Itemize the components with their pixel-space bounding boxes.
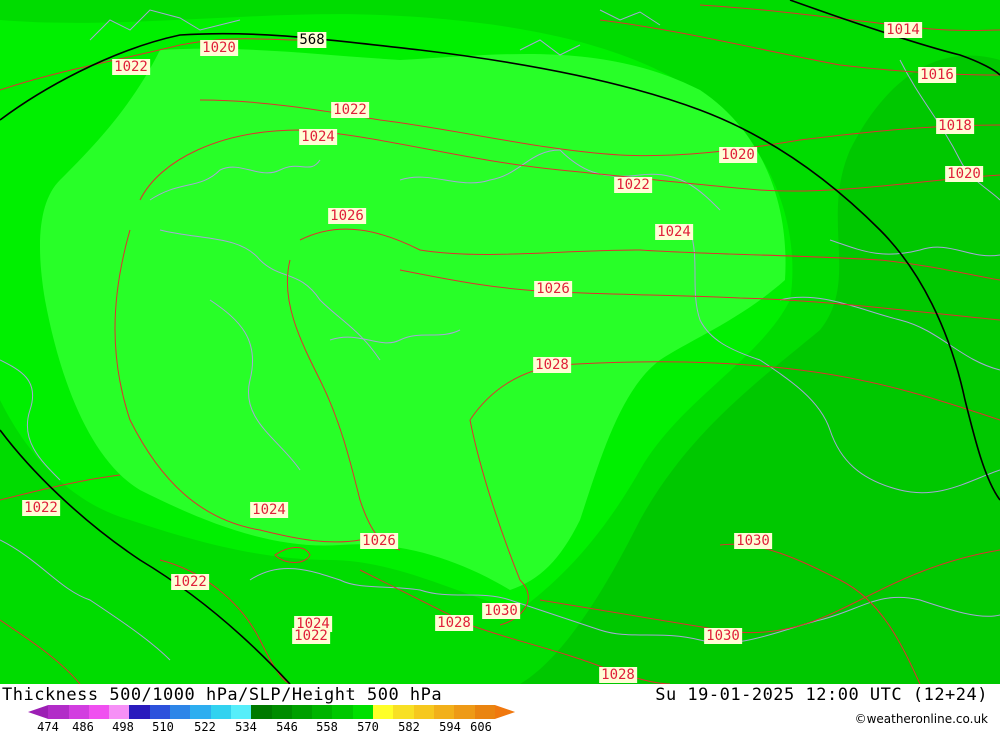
legend-swatch bbox=[251, 705, 272, 719]
legend-ticks: 474 486 498 510 522 534 546 558 570 582 594 606 bbox=[0, 720, 520, 734]
map-title: Thickness 500/1000 hPa/SLP/Height 500 hP… bbox=[2, 685, 443, 705]
pressure-label: 1014 bbox=[884, 22, 922, 38]
pressure-label: 1024 bbox=[655, 224, 693, 240]
height-label: 568 bbox=[297, 32, 327, 48]
legend-swatch bbox=[494, 705, 516, 719]
pressure-label: 1028 bbox=[599, 667, 637, 683]
legend-swatch bbox=[312, 705, 333, 719]
pressure-label: 1022 bbox=[22, 500, 60, 516]
pressure-label: 1020 bbox=[200, 40, 238, 56]
legend-swatch bbox=[68, 705, 89, 719]
legend-swatch bbox=[332, 705, 353, 719]
legend-tick-label: 606 bbox=[470, 720, 492, 734]
legend-swatch bbox=[352, 705, 374, 719]
legend-tick-label: 570 bbox=[357, 720, 379, 734]
legend-tick-label: 498 bbox=[112, 720, 134, 734]
legend-swatch bbox=[474, 705, 495, 719]
legend-swatch bbox=[28, 705, 49, 719]
legend-swatch bbox=[88, 705, 110, 719]
pressure-label: 1020 bbox=[945, 166, 983, 182]
legend-swatch bbox=[230, 705, 252, 719]
legend-swatch bbox=[433, 705, 455, 719]
pressure-label: 1026 bbox=[534, 281, 572, 297]
legend-tick-label: 474 bbox=[37, 720, 59, 734]
color-legend bbox=[28, 705, 516, 719]
legend-swatch bbox=[413, 705, 434, 719]
legend-tick-label: 594 bbox=[439, 720, 461, 734]
legend-tick-label: 582 bbox=[398, 720, 420, 734]
pressure-label: 1020 bbox=[719, 147, 757, 163]
pressure-label: 1024 bbox=[250, 502, 288, 518]
pressure-label: 1030 bbox=[704, 628, 742, 644]
pressure-label: 1028 bbox=[533, 357, 571, 373]
legend-swatch bbox=[291, 705, 313, 719]
legend-swatch bbox=[373, 705, 394, 719]
legend-swatch bbox=[170, 705, 191, 719]
pressure-label: 1030 bbox=[734, 533, 772, 549]
pressure-label: 1028 bbox=[435, 615, 473, 631]
legend-swatch bbox=[129, 705, 150, 719]
pressure-label: 1026 bbox=[328, 208, 366, 224]
valid-time: Su 19-01-2025 12:00 UTC (12+24) bbox=[655, 685, 988, 705]
pressure-label: 1022 bbox=[112, 59, 150, 75]
legend-swatch bbox=[109, 705, 130, 719]
legend-swatch bbox=[271, 705, 292, 719]
footer-bar: Thickness 500/1000 hPa/SLP/Height 500 hP… bbox=[0, 684, 1000, 734]
pressure-label: 1022 bbox=[614, 177, 652, 193]
pressure-label: 1026 bbox=[360, 533, 398, 549]
pressure-label: 1022 bbox=[171, 574, 209, 590]
pressure-label: 1022 bbox=[331, 102, 369, 118]
pressure-label: 1024 bbox=[299, 129, 337, 145]
legend-swatch bbox=[454, 705, 475, 719]
pressure-label: 1018 bbox=[936, 118, 974, 134]
legend-tick-label: 486 bbox=[72, 720, 94, 734]
legend-tick-label: 558 bbox=[316, 720, 338, 734]
legend-tick-label: 522 bbox=[194, 720, 216, 734]
legend-swatch bbox=[48, 705, 69, 719]
credit-text: ©weatheronline.co.uk bbox=[854, 712, 988, 726]
legend-swatch bbox=[210, 705, 231, 719]
pressure-label: 1022 bbox=[292, 628, 330, 644]
legend-swatch bbox=[149, 705, 171, 719]
pressure-label: 1030 bbox=[482, 603, 520, 619]
legend-swatch bbox=[393, 705, 414, 719]
pressure-label: 1016 bbox=[918, 67, 956, 83]
legend-tick-label: 534 bbox=[235, 720, 257, 734]
legend-tick-label: 510 bbox=[152, 720, 174, 734]
weather-map bbox=[0, 0, 1000, 684]
legend-swatch bbox=[190, 705, 211, 719]
legend-tick-label: 546 bbox=[276, 720, 298, 734]
